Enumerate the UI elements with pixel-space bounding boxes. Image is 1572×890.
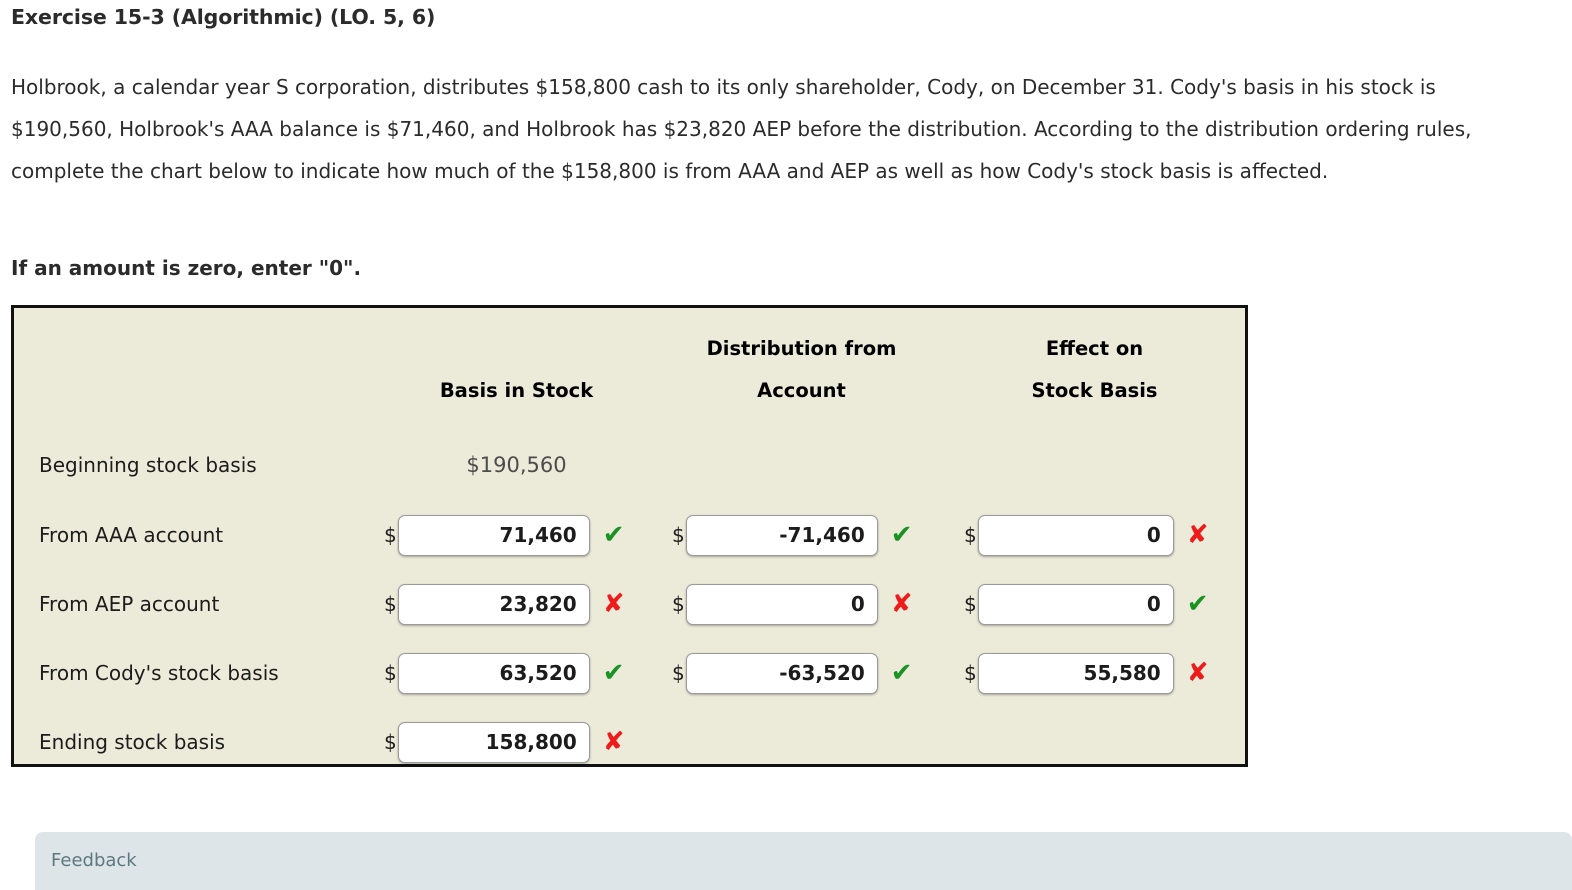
cell-cody-basis-in-stock: $ ✔ [384, 652, 625, 694]
table-row: From AAA account $ ✔ $ ✔ $ ✘ [14, 505, 1245, 565]
cell-aaa-basis-in-stock: $ ✔ [384, 514, 625, 556]
row-label-ending-stock-basis: Ending stock basis [39, 730, 226, 754]
cell-ending-basis-in-stock: $ ✘ [384, 721, 625, 763]
input-aep-basis-in-stock[interactable] [397, 583, 590, 625]
cell-aep-effect-on-stock-basis: $ ✔ [964, 583, 1209, 625]
column-header-distribution-from-account: Distribution from Account [669, 328, 934, 412]
column-header-distribution-line2: Account [757, 379, 846, 402]
cross-icon: ✘ [602, 727, 625, 757]
check-icon: ✔ [602, 520, 625, 550]
check-icon: ✔ [890, 658, 913, 688]
dollar-sign-icon: $ [384, 592, 397, 616]
check-icon: ✔ [602, 658, 625, 688]
input-cody-distribution-from-account[interactable] [685, 652, 878, 694]
check-icon: ✔ [1186, 589, 1209, 619]
dollar-sign-icon: $ [384, 523, 397, 547]
answer-table: Basis in Stock Distribution from Account… [11, 305, 1248, 767]
cell-aaa-effect-on-stock-basis: $ ✘ [964, 514, 1209, 556]
row-label-from-codys-stock-basis: From Cody's stock basis [39, 661, 279, 685]
column-header-distribution-line1: Distribution from [706, 337, 897, 360]
dollar-sign-icon: $ [964, 661, 977, 685]
cell-cody-distribution-from-account: $ ✔ [672, 652, 913, 694]
row-label-from-aep-account: From AEP account [39, 592, 220, 616]
input-aaa-distribution-from-account[interactable] [685, 514, 878, 556]
dollar-sign-icon: $ [672, 661, 685, 685]
table-row: From AEP account $ ✘ $ ✘ $ ✔ [14, 574, 1245, 634]
beginning-stock-basis-value: $190,560 [466, 453, 567, 477]
dollar-sign-icon: $ [384, 661, 397, 685]
input-ending-basis-in-stock[interactable] [397, 721, 590, 763]
zero-instruction: If an amount is zero, enter "0". [11, 256, 362, 280]
row-label-from-aaa-account: From AAA account [39, 523, 224, 547]
dollar-sign-icon: $ [964, 592, 977, 616]
dollar-sign-icon: $ [384, 730, 397, 754]
table-row: Ending stock basis $ ✘ [14, 712, 1245, 772]
table-row: From Cody's stock basis $ ✔ $ ✔ $ ✘ [14, 643, 1245, 703]
dollar-sign-icon: $ [672, 592, 685, 616]
table-row: Beginning stock basis $190,560 [14, 435, 1245, 495]
feedback-label: Feedback [51, 850, 137, 871]
column-header-basis-in-stock-text: Basis in Stock [439, 379, 594, 402]
column-header-effect-on-stock-basis: Effect on Stock Basis [962, 328, 1227, 412]
feedback-panel[interactable]: Feedback [35, 832, 1572, 890]
cross-icon: ✘ [602, 589, 625, 619]
input-aep-effect-on-stock-basis[interactable] [977, 583, 1174, 625]
dollar-sign-icon: $ [672, 523, 685, 547]
check-icon: ✔ [890, 520, 913, 550]
cell-aaa-distribution-from-account: $ ✔ [672, 514, 913, 556]
input-aep-distribution-from-account[interactable] [685, 583, 878, 625]
input-cody-basis-in-stock[interactable] [397, 652, 590, 694]
row-label-beginning-stock-basis: Beginning stock basis [39, 453, 257, 477]
cell-aep-basis-in-stock: $ ✘ [384, 583, 625, 625]
cross-icon: ✘ [890, 589, 913, 619]
cell-aep-distribution-from-account: $ ✘ [672, 583, 913, 625]
cross-icon: ✘ [1186, 658, 1209, 688]
dollar-sign-icon: $ [964, 523, 977, 547]
input-aaa-basis-in-stock[interactable] [397, 514, 590, 556]
column-header-basis-in-stock: Basis in Stock [384, 370, 649, 412]
input-aaa-effect-on-stock-basis[interactable] [977, 514, 1174, 556]
page-title: Exercise 15-3 (Algorithmic) (LO. 5, 6) [11, 5, 436, 29]
input-cody-effect-on-stock-basis[interactable] [977, 652, 1174, 694]
problem-statement: Holbrook, a calendar year S corporation,… [11, 75, 1472, 183]
column-header-effect-line2: Stock Basis [1031, 379, 1158, 402]
cell-cody-effect-on-stock-basis: $ ✘ [964, 652, 1209, 694]
column-header-effect-line1: Effect on [1045, 337, 1144, 360]
cross-icon: ✘ [1186, 520, 1209, 550]
